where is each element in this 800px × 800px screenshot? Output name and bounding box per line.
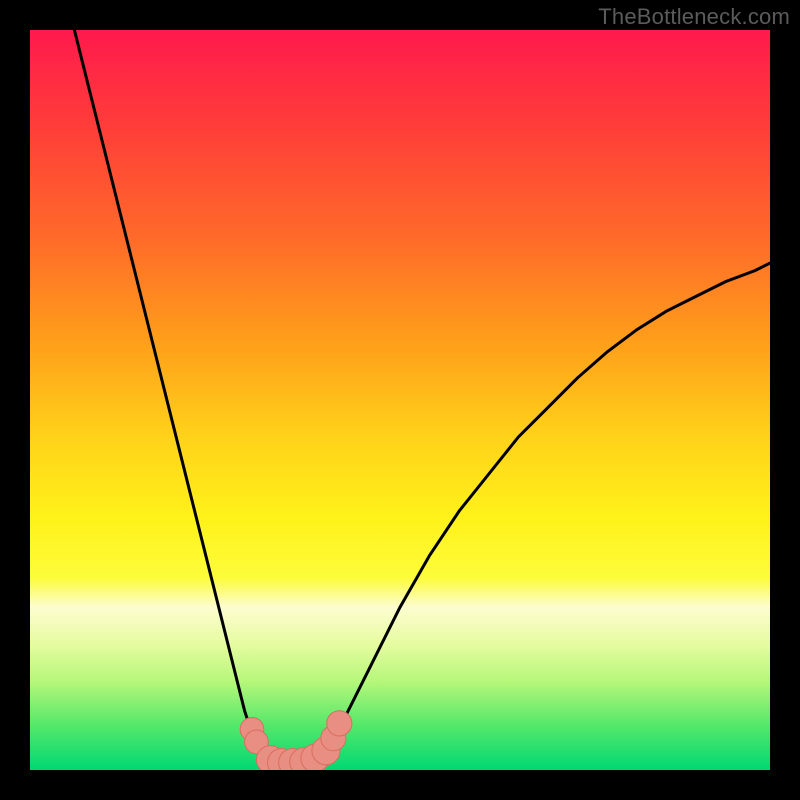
chart-frame: TheBottleneck.com [0, 0, 800, 800]
curve-path [74, 30, 770, 763]
attribution-label: TheBottleneck.com [598, 4, 790, 30]
valley-marker [327, 711, 352, 736]
bottleneck-curve [74, 30, 770, 763]
chart-svg-layer [30, 30, 770, 770]
valley-markers [240, 711, 352, 770]
